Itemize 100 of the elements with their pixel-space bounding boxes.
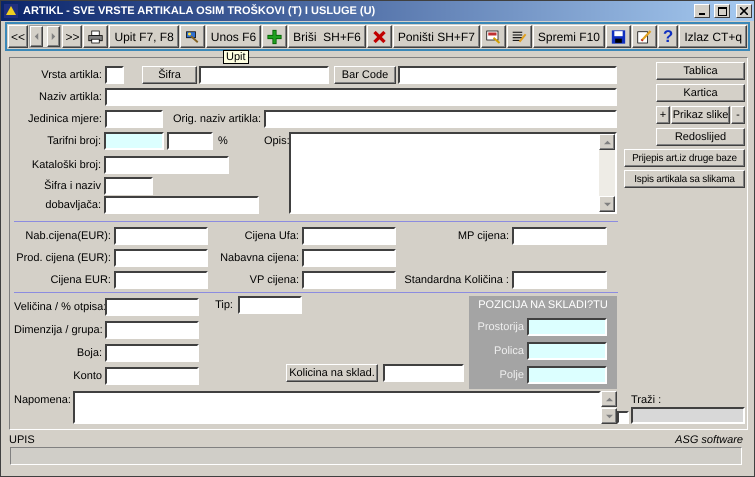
printer-icon <box>88 28 104 46</box>
text-field[interactable] <box>104 177 153 195</box>
scroll-down-button[interactable] <box>601 408 617 424</box>
side-button[interactable]: Ispis artikala sa slikama <box>624 170 745 188</box>
up-arrow-icon <box>606 396 612 402</box>
toolbar-button[interactable]: Upit F7, F8 <box>109 25 179 48</box>
field-label: Cijena Ufa: <box>244 230 300 242</box>
help-button[interactable]: ? <box>658 25 678 48</box>
minimize-button[interactable] <box>694 4 710 18</box>
plus-icon <box>267 28 282 46</box>
scrollbar[interactable] <box>599 134 615 212</box>
scroll-left-button[interactable] <box>30 26 43 47</box>
code-button[interactable]: Šifra <box>142 66 197 84</box>
toolbar-icon-button[interactable] <box>480 25 506 48</box>
left-arrow-icon <box>33 33 40 40</box>
maximize-button[interactable] <box>714 4 730 18</box>
text-field[interactable] <box>398 66 617 84</box>
text-field[interactable] <box>302 227 396 245</box>
field-label: Nabavna cijena: <box>219 252 300 264</box>
field-label: Dimenzija / grupa: <box>14 324 104 336</box>
description-field[interactable] <box>289 132 617 214</box>
field-label: Vrsta artikla: <box>40 69 103 81</box>
text-field[interactable] <box>114 249 208 267</box>
text-field[interactable] <box>105 66 124 84</box>
text-field[interactable] <box>527 318 607 336</box>
right-arrow-icon <box>50 33 58 40</box>
nav-button[interactable]: >> <box>62 25 82 48</box>
text-field[interactable] <box>104 156 229 174</box>
field-label: Napomena: <box>14 394 72 406</box>
zoom-out-button[interactable]: - <box>731 106 745 124</box>
close-button[interactable] <box>736 4 752 18</box>
field-label: dobavljača: <box>44 199 102 211</box>
text-field[interactable] <box>302 271 396 289</box>
field-label: Orig. naziv artikla: <box>172 113 262 125</box>
text-field[interactable] <box>105 367 199 385</box>
search-label: Traži : <box>630 394 662 406</box>
toolbar-icon-button[interactable] <box>506 25 532 48</box>
scroll-down-button[interactable] <box>599 196 615 212</box>
side-button[interactable]: Redoslijed <box>656 128 745 146</box>
field-label: Standardna Količina : <box>403 274 510 286</box>
toolbar-icon-button[interactable] <box>262 25 288 48</box>
toolbar-icon-button[interactable] <box>366 25 392 48</box>
zoom-in-button[interactable]: + <box>656 106 670 124</box>
text-field[interactable] <box>105 321 199 339</box>
toolbar-button[interactable]: Spremi F10 <box>532 25 605 48</box>
text-field[interactable] <box>302 249 396 267</box>
text-field[interactable] <box>527 342 607 360</box>
field-label: Prod. cijena (EUR): <box>15 252 112 264</box>
text-field[interactable] <box>114 271 208 289</box>
toolbar-button[interactable]: Briši SH+F6 <box>288 25 366 48</box>
toolbar-button[interactable]: Izlaz CT+q <box>679 25 747 48</box>
side-button[interactable]: Kartica <box>656 84 745 102</box>
text-field[interactable] <box>512 227 607 245</box>
field-label: Polica <box>493 345 525 357</box>
text-field[interactable] <box>167 132 213 150</box>
note-field[interactable] <box>73 391 601 424</box>
scroll-up-button[interactable] <box>599 134 615 150</box>
text-field[interactable] <box>199 66 329 84</box>
nav-button[interactable]: << <box>8 25 28 48</box>
toolbar-button[interactable]: Unos F6 <box>206 25 262 48</box>
record-scrollbar[interactable] <box>29 25 62 48</box>
field-label: Veličina / % otpisa: <box>14 301 105 313</box>
side-button[interactable]: Tablica <box>656 62 745 80</box>
text-field[interactable] <box>105 110 163 128</box>
toolbar-icon-button[interactable] <box>180 25 205 48</box>
stock-quantity-button[interactable]: Kolicina na sklad. <box>286 364 378 382</box>
panel-title: POZICIJA NA SKLADI?TU <box>477 299 609 311</box>
brand-label: ASG software <box>675 434 743 446</box>
toolbar-icon-button[interactable] <box>83 25 108 48</box>
text-field[interactable] <box>264 110 617 128</box>
scroll-right-button[interactable] <box>47 26 60 47</box>
down-arrow-icon <box>604 200 610 208</box>
text-field[interactable] <box>105 298 199 316</box>
text-field[interactable] <box>104 132 164 150</box>
text-field[interactable] <box>104 196 259 214</box>
toolbar-icon-button[interactable] <box>632 25 657 48</box>
text-field[interactable] <box>238 296 302 314</box>
field-label: Konto <box>72 370 103 382</box>
field-label: MP cijena: <box>456 230 510 242</box>
app-icon <box>3 3 19 19</box>
show-image-button[interactable]: Prikaz slike <box>671 106 730 124</box>
field-label: Šifra i naziv <box>43 180 102 192</box>
side-button[interactable]: Prijepis art.iz druge baze <box>624 149 745 167</box>
scroll-up-button[interactable] <box>601 391 617 407</box>
text-field[interactable] <box>383 364 464 382</box>
field-label: Nab.cijena(EUR): <box>24 230 112 242</box>
toolbar-icon-button[interactable] <box>606 25 631 48</box>
maximize-icon <box>718 6 726 16</box>
toolbar-button[interactable]: Poništi SH+F7 <box>392 25 480 48</box>
field-label: Prostorija <box>476 321 525 333</box>
field-label: Tarifni broj: <box>46 135 102 147</box>
barcode-button[interactable]: Bar Code <box>334 66 396 84</box>
text-field[interactable] <box>512 271 607 289</box>
scrollbar[interactable] <box>601 391 617 424</box>
text-field[interactable] <box>105 88 617 106</box>
text-field[interactable] <box>105 344 199 362</box>
field-label: VP cijena: <box>248 274 300 286</box>
field-label: Naziv artikla: <box>38 91 103 103</box>
text-field[interactable] <box>527 366 607 384</box>
text-field[interactable] <box>114 227 208 245</box>
